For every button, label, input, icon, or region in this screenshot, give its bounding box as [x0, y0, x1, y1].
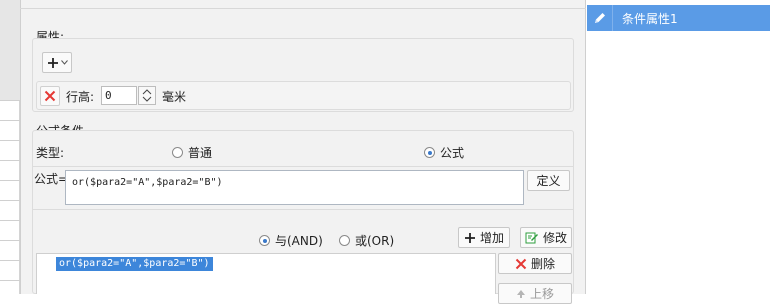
stepper-arrows-icon [142, 89, 152, 102]
close-icon [44, 90, 56, 102]
unit-label: 毫米 [162, 90, 187, 104]
condition-attribute-item[interactable]: 条件属性1 [587, 5, 770, 31]
radio-dot [339, 235, 350, 246]
radio-label: 与(AND) [275, 234, 323, 248]
radio-dot [172, 147, 183, 158]
formula-input[interactable]: or($para2="A",$para2="B") [65, 170, 524, 205]
close-icon [515, 258, 527, 269]
define-button[interactable]: 定义 [527, 170, 570, 191]
radio-dot-selected [424, 147, 435, 158]
delete-button-label: 删除 [530, 257, 555, 271]
modify-button-label: 修改 [542, 231, 567, 245]
radio-type-normal[interactable]: 普通 [172, 144, 212, 161]
condition-list-panel [587, 0, 770, 294]
divider [20, 8, 586, 9]
remove-property-button[interactable] [40, 86, 60, 106]
radio-label: 公式 [440, 146, 465, 160]
row-height-stepper[interactable] [138, 86, 156, 105]
sheet-strip [0, 0, 20, 294]
condition-list: or($para2="A",$para2="B") [36, 253, 496, 294]
formula-label: 公式= [34, 172, 69, 186]
radio-logic-or[interactable]: 或(OR) [339, 232, 394, 249]
edit-icon [525, 232, 538, 243]
condition-attribute-label: 条件属性1 [622, 11, 678, 26]
radio-type-formula[interactable]: 公式 [424, 144, 464, 161]
plus-icon [464, 232, 475, 243]
radio-logic-and[interactable]: 与(AND) [259, 232, 323, 249]
radio-dot-selected [259, 235, 270, 246]
list-item[interactable]: or($para2="A",$para2="B") [56, 257, 213, 271]
add-button[interactable]: 增加 [458, 227, 510, 248]
type-label: 类型: [36, 146, 65, 160]
radio-label: 普通 [188, 146, 213, 160]
plus-icon [47, 57, 58, 68]
row-height-input[interactable]: 0 [101, 86, 137, 105]
radio-label: 或(OR) [355, 234, 395, 248]
delete-button[interactable]: 删除 [498, 253, 572, 274]
add-property-button[interactable] [42, 52, 72, 73]
chevron-down-icon [60, 60, 68, 65]
edit-pencil-icon [587, 5, 613, 31]
add-button-label: 增加 [479, 231, 504, 245]
row-height-label: 行高: [66, 90, 95, 104]
modify-button[interactable]: 修改 [520, 227, 572, 248]
